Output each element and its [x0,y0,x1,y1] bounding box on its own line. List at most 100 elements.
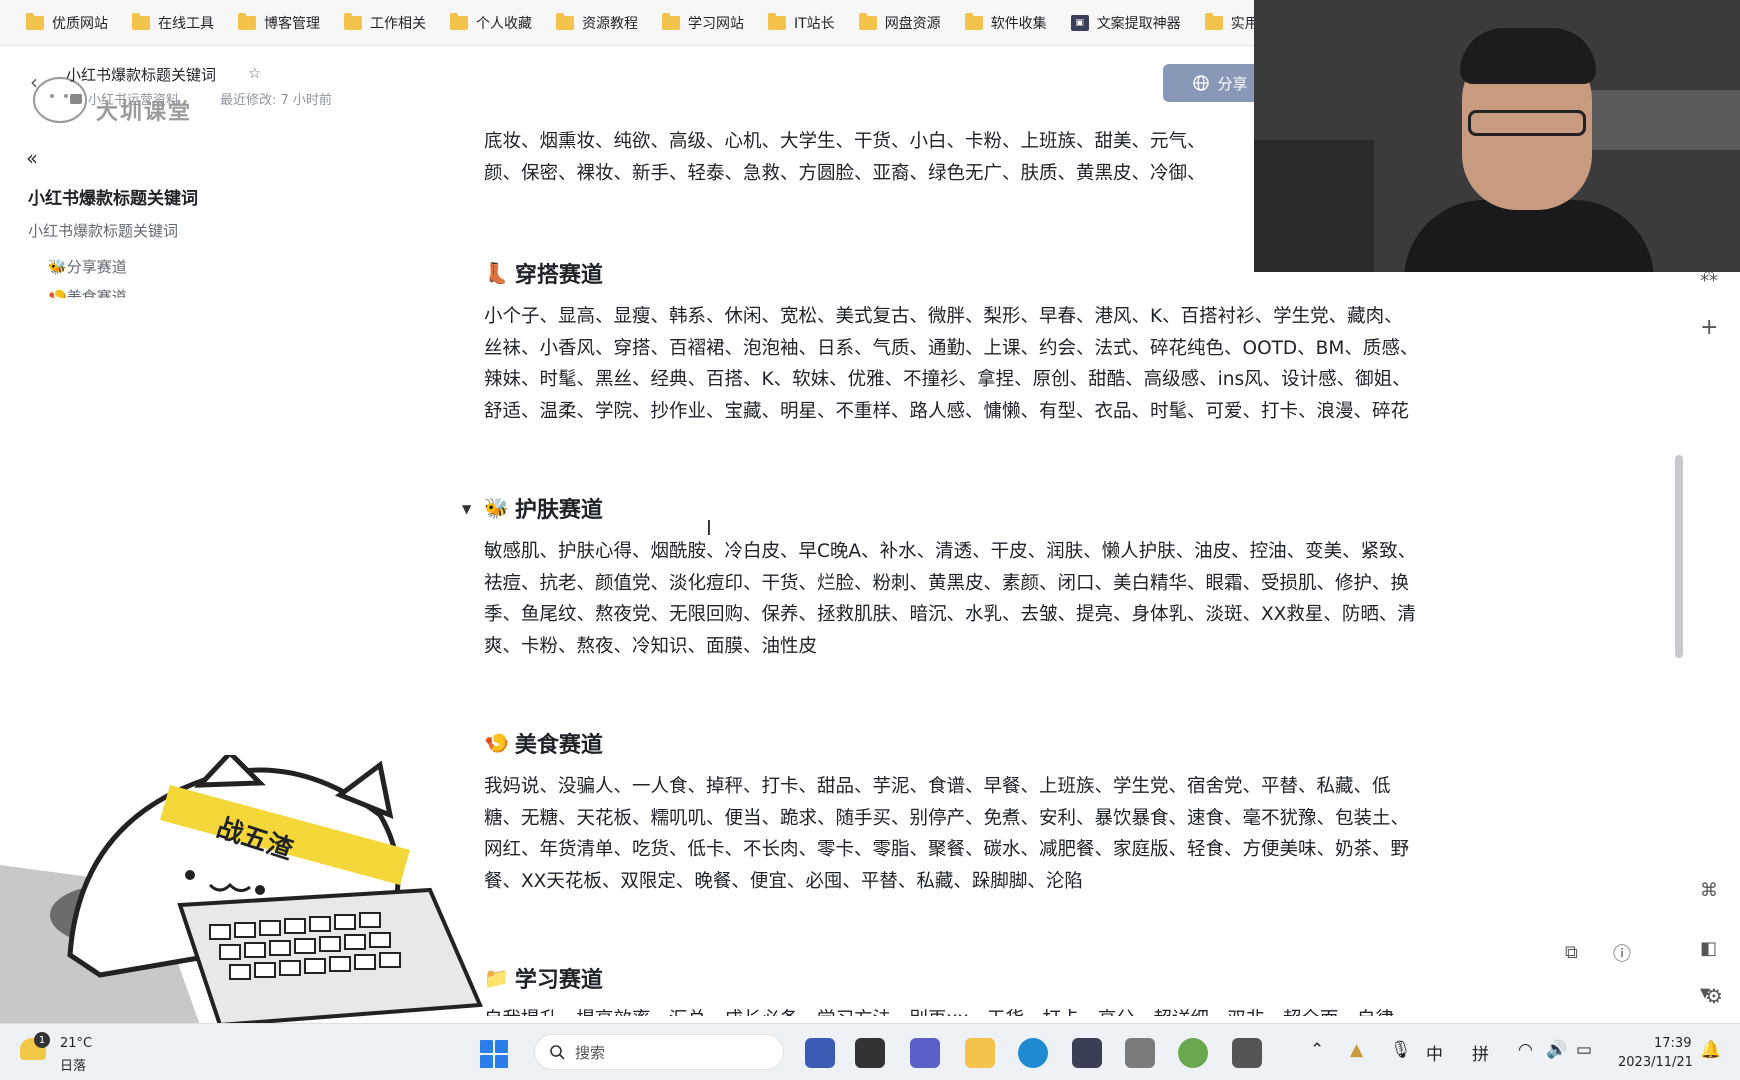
emoji-icon: 🍤 [48,288,67,298]
folder-icon [26,12,44,30]
paragraph-line: 舒适、温柔、学院、抄作业、宝藏、明星、不重样、路人感、慵懒、有型、衣品、时髦、可… [484,400,1410,422]
clock-time[interactable]: 17:39 [1654,1036,1691,1051]
plus-icon[interactable]: + [1700,315,1718,340]
paragraph-line: 丝袜、小香风、穿搭、百褶裙、泡泡袖、日系、气质、通勤、上课、约会、法式、碎花纯色… [484,337,1419,359]
folder-icon [556,12,574,30]
bookmark-item[interactable]: 在线工具 [120,7,226,39]
notification-bell-icon[interactable]: 🔔 [1700,1040,1721,1060]
paragraph-line: 敏感肌、护肤心得、烟酰胺、冷白皮、早C晚A、补水、清透、干皮、润肤、懒人护肤、油… [484,541,1417,562]
folder-icon [662,12,680,30]
bookmark-item[interactable]: 个人收藏 [438,7,544,39]
webcam-background [1254,140,1374,272]
toc-item[interactable]: 🍤美食赛道 [48,286,127,298]
paragraph-line: 祛痘、抗老、颜值党、淡化痘印、干货、烂脸、粉刺、黄黑皮、素颜、闭口、美白精华、眼… [484,572,1410,594]
doc-header: 大圳课堂 ‹ 小红书爆款标题关键词 ☆ 小红书运营资料 最近修改: 7 小时前 [0,46,1250,125]
cat-sticker: 战五渣 [0,755,483,1025]
sidebar: ‹‹ 小红书爆款标题关键词 小红书爆款标题关键词 🐝分享赛道 🍤美食赛道 [0,140,400,300]
paragraph-line: 小个子、显高、显瘦、韩系、休闲、宽松、美式复古、微胖、梨形、早春、港风、K、百搭… [484,306,1403,327]
help-icon[interactable]: ⓘ [1613,940,1631,966]
clock-date[interactable]: 2023/11/21 [1618,1055,1693,1070]
shrimp-icon: 🍤 [484,731,509,755]
scrollbar[interactable] [1675,455,1683,658]
app-tray-icon[interactable]: ▲ [1350,1040,1363,1060]
folder-icon [964,12,983,30]
wifi-icon[interactable]: ◠ [1518,1040,1533,1060]
bookmark-item[interactable]: 博客管理 [226,7,332,39]
app-preview-icon[interactable] [805,1038,835,1068]
chevron-up-icon[interactable]: ⌃ [1310,1040,1324,1060]
toc-item[interactable]: 小红书爆款标题关键词 [28,220,178,241]
section-study: 📁学习赛道 自我提升、提高效率、汇总、成长必备、学习方法、别再xx、干货、打卡、… [484,960,1394,1016]
emoji-icon: 🐝 [48,258,67,276]
folder-icon [132,12,150,30]
ime-name[interactable]: 拼 [1472,1040,1489,1065]
collapse-sidebar-icon[interactable]: ‹‹ [26,146,38,170]
doc-path[interactable]: 小红书运营资料 [88,89,179,108]
webcam-overlay [1254,0,1740,272]
section-fashion: 👢 穿搭赛道 小个子、显高、显瘦、韩系、休闲、宽松、美式复古、微胖、梨形、早春、港… [484,255,1418,427]
paragraph-line: 我妈说、没骗人、一人食、掉秤、打卡、甜品、芋泥、食谱、早餐、上班族、学生党、宿舍… [484,776,1391,797]
ime-mode[interactable]: 中 [1426,1040,1443,1065]
app-media-icon[interactable] [855,1038,885,1068]
toc-item[interactable]: 🐝分享赛道 [48,256,127,277]
edge-icon[interactable] [1018,1038,1048,1068]
battery-icon[interactable]: ▭ [1576,1040,1592,1060]
app-icon: ▣ [1070,14,1089,31]
bookmark-item[interactable]: 软件收集 [953,7,1059,39]
notepad-icon[interactable] [1125,1038,1155,1068]
collapse-toggle-icon[interactable]: ▼ [462,502,471,516]
folder-icon [858,12,877,30]
folder-icon [768,12,786,30]
bookmark-item[interactable]: ▣ 文案提取神器 [1059,7,1193,39]
paragraph-line: 辣妹、时髦、黑丝、经典、百搭、K、软妹、优雅、不撞衫、拿捏、原创、甜酷、高级感、… [484,369,1411,390]
folder-icon [450,12,468,30]
gear-icon[interactable]: ⚙ [1705,984,1723,1008]
toc-title[interactable]: 小红书爆款标题关键词 [28,184,198,209]
bookmark-item[interactable]: 资源教程 [544,7,650,39]
paragraph-line: 季、鱼尾纹、熬夜党、无限回购、保养、拯救肌肤、暗沉、水乳、去皱、提亮、身体乳、淡… [484,604,1416,625]
bookmark-item[interactable]: 优质网站 [14,7,120,39]
paragraph-line: 自我提升、提高效率、汇总、成长必备、学习方法、别再xx、干货、打卡、高分、超详细… [484,1004,1394,1016]
doc-title[interactable]: 小红书爆款标题关键词 [66,64,216,85]
app-icon[interactable] [1178,1038,1208,1068]
folder-icon [344,12,362,30]
sidebar-toggle-icon[interactable]: ◧ [1700,938,1717,959]
paragraph-line: 网红、年货清单、吃货、低卡、不长肉、零卡、零脂、聚餐、碳水、减肥餐、家庭版、轻食… [484,839,1410,860]
bee-icon: 🐝 [484,496,509,520]
taskbar: 1 21°C 日落 搜索 ⌃ ▲ 🎙 中 拼 ◠ 🔊 ▭ 17:39 2023/… [0,1023,1740,1080]
section-food: 🍤 美食赛道 我妈说、没骗人、一人食、掉秤、打卡、甜品、芋泥、食谱、早餐、上班族、… [484,725,1409,897]
globe-icon [1193,75,1210,91]
phone-link-icon[interactable] [1232,1038,1262,1068]
webcam-person [1468,110,1586,136]
search-icon [550,1045,565,1060]
section-heading[interactable]: 🍤 美食赛道 [484,725,1409,761]
folder-icon [70,94,82,104]
volume-icon[interactable]: 🔊 [1546,1040,1567,1060]
star-icon[interactable]: ☆ [248,64,261,82]
weather-condition[interactable]: 日落 [60,1055,86,1074]
folder-icon [1204,12,1223,30]
bookmark-item[interactable]: 工作相关 [332,7,438,39]
section-skincare: ▼ 🐝 护肤赛道 敏感肌、护肤心得、烟酰胺、冷白皮、早C晚A、补水、清透、干皮、润… [462,490,1417,662]
boot-icon: 👢 [484,261,509,285]
weather-temperature[interactable]: 21°C [60,1036,92,1051]
section-heading[interactable]: 🐝 护肤赛道 [484,490,1416,526]
bookmark-item[interactable]: IT站长 [756,7,847,39]
file-explorer-icon[interactable] [965,1038,995,1068]
shortcut-icon[interactable]: ⌘ [1700,880,1718,901]
start-button[interactable] [480,1040,508,1068]
toolbox-icon[interactable] [1072,1038,1102,1068]
taskbar-search[interactable]: 搜索 [534,1034,784,1070]
bookmark-item[interactable]: 学习网站 [650,7,756,39]
webcam-person [1460,28,1596,84]
doc-icon[interactable]: ⧉ [1565,942,1578,963]
teams-icon[interactable] [910,1038,940,1068]
paragraph-line: 爽、卡粉、熬夜、冷知识、面膜、油性皮 [484,635,818,657]
back-button[interactable]: ‹ [30,70,38,94]
notification-badge: 1 [34,1032,50,1048]
bookmark-item[interactable]: 网盘资源 [847,7,953,39]
section-heading[interactable]: 📁 学习赛道 [484,960,1394,996]
text-cursor-icon: I [706,516,712,540]
webcam-person [1404,200,1654,272]
microphone-icon[interactable]: 🎙 [1390,1040,1412,1060]
